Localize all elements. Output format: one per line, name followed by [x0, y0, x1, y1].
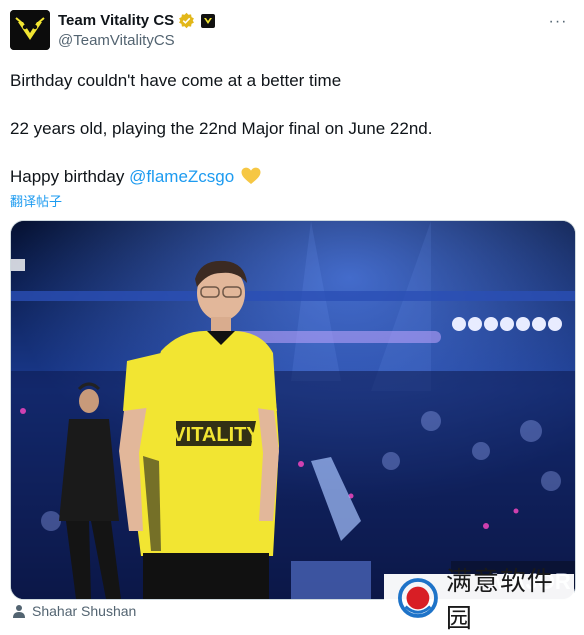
tweet-text-line-1: Birthday couldn't have come at a better …	[10, 71, 342, 90]
avatar[interactable]	[10, 10, 50, 50]
person-icon	[13, 605, 25, 618]
tweet-text-line-2: 22 years old, playing the 22nd Major fin…	[10, 119, 433, 138]
verified-badge-icon[interactable]	[178, 12, 195, 29]
mention-link[interactable]: @flameZcsgo	[129, 167, 234, 186]
tweet-photo[interactable]: VITALITY MAJOR	[10, 220, 576, 600]
watermark-logo-icon	[398, 578, 438, 618]
tweet-text-line-3: Happy birthday @flameZcsgo	[10, 167, 261, 187]
photo-credit: Shahar Shushan	[12, 603, 136, 619]
photo-credit-name[interactable]: Shahar Shushan	[32, 603, 136, 619]
site-watermark: 满意软件园	[384, 567, 574, 634]
jersey-text: VITALITY	[172, 424, 260, 446]
name-row: Team Vitality CS	[58, 12, 216, 29]
vitality-bee-logo-icon	[10, 10, 50, 50]
yellow-heart-icon	[241, 167, 261, 184]
greeting-text: Happy birthday	[10, 167, 130, 186]
player-photo-illustration: VITALITY MAJOR	[11, 221, 575, 599]
tweet-header: Team Vitality CS @TeamVitalityCS ···	[10, 10, 574, 54]
user-handle[interactable]: @TeamVitalityCS	[58, 32, 175, 49]
affiliate-badge-icon[interactable]	[201, 13, 216, 28]
display-name[interactable]: Team Vitality CS	[58, 12, 174, 29]
translate-post-link[interactable]: 翻译帖子	[10, 191, 62, 210]
more-horizontal-icon: ···	[548, 13, 568, 30]
more-options-button[interactable]: ···	[548, 12, 568, 32]
watermark-text: 满意软件园	[445, 567, 554, 634]
